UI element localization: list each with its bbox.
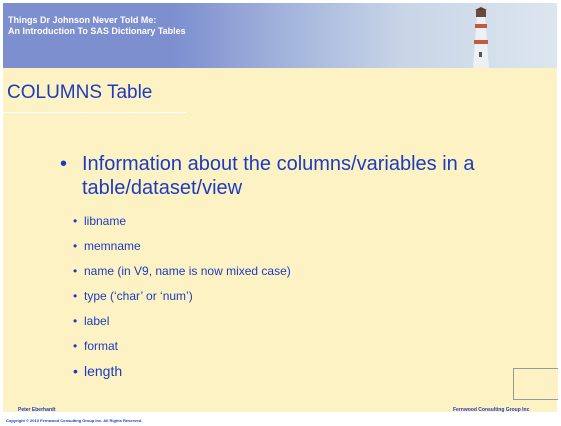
sub-bullet-text: length xyxy=(84,363,123,379)
bullet-icon: • xyxy=(73,264,78,278)
presentation-title: Things Dr Johnson Never Told Me: An Intr… xyxy=(8,15,186,37)
sub-bullet-text: libname xyxy=(84,214,127,228)
sub-bullet-text: label xyxy=(84,314,110,328)
presentation-title-line1: Things Dr Johnson Never Told Me: xyxy=(8,15,157,25)
footer-author: Peter Eberhardt xyxy=(18,407,56,413)
sub-bullet-format: • format xyxy=(60,339,560,364)
bullet-icon: • xyxy=(73,339,78,353)
bullet-icon: • xyxy=(73,289,78,303)
bullet-icon: • xyxy=(73,363,78,379)
sub-bullet-libname: • libname xyxy=(60,214,560,239)
slide-title: COLUMNS Table xyxy=(7,82,153,103)
banner-gradient xyxy=(173,3,557,68)
bullet-icon: • xyxy=(73,314,78,328)
slide-content: • Information about the columns/variable… xyxy=(60,152,560,389)
sub-bullet-name: • name (in V9, name is now mixed case) xyxy=(60,264,560,289)
sub-bullet-type: • type (‘char’ or ‘num’) xyxy=(60,289,560,314)
copyright-notice: Copyright © 2010 Fernwood Consulting Gro… xyxy=(6,418,143,423)
bullet-icon: • xyxy=(73,214,78,228)
main-bullet: • Information about the columns/variable… xyxy=(60,152,550,200)
bullet-icon: • xyxy=(60,153,68,175)
sub-bullet-text: name (in V9, name is now mixed case) xyxy=(84,264,291,278)
slide: Things Dr Johnson Never Told Me: An Intr… xyxy=(0,0,561,426)
sub-bullet-text: format xyxy=(84,339,119,353)
sub-bullet-label: • label xyxy=(60,314,560,339)
lighthouse-icon xyxy=(473,7,489,68)
sub-bullet-memname: • memname xyxy=(60,239,560,264)
sub-bullet-text: memname xyxy=(84,239,141,253)
footer-company: Fernwood Consulting Group Inc xyxy=(453,407,530,413)
title-underline xyxy=(3,112,186,113)
sub-bullet-list: • libname • memname • name (in V9, name … xyxy=(60,214,560,389)
bullet-icon: • xyxy=(73,239,78,253)
presentation-title-line2: An Introduction To SAS Dictionary Tables xyxy=(8,26,186,36)
sub-bullet-length: • length xyxy=(60,364,560,389)
sub-bullet-text: type (‘char’ or ‘num’) xyxy=(84,289,193,303)
main-bullet-text: Information about the columns/variables … xyxy=(82,153,475,199)
header-banner: Things Dr Johnson Never Told Me: An Intr… xyxy=(3,3,557,68)
